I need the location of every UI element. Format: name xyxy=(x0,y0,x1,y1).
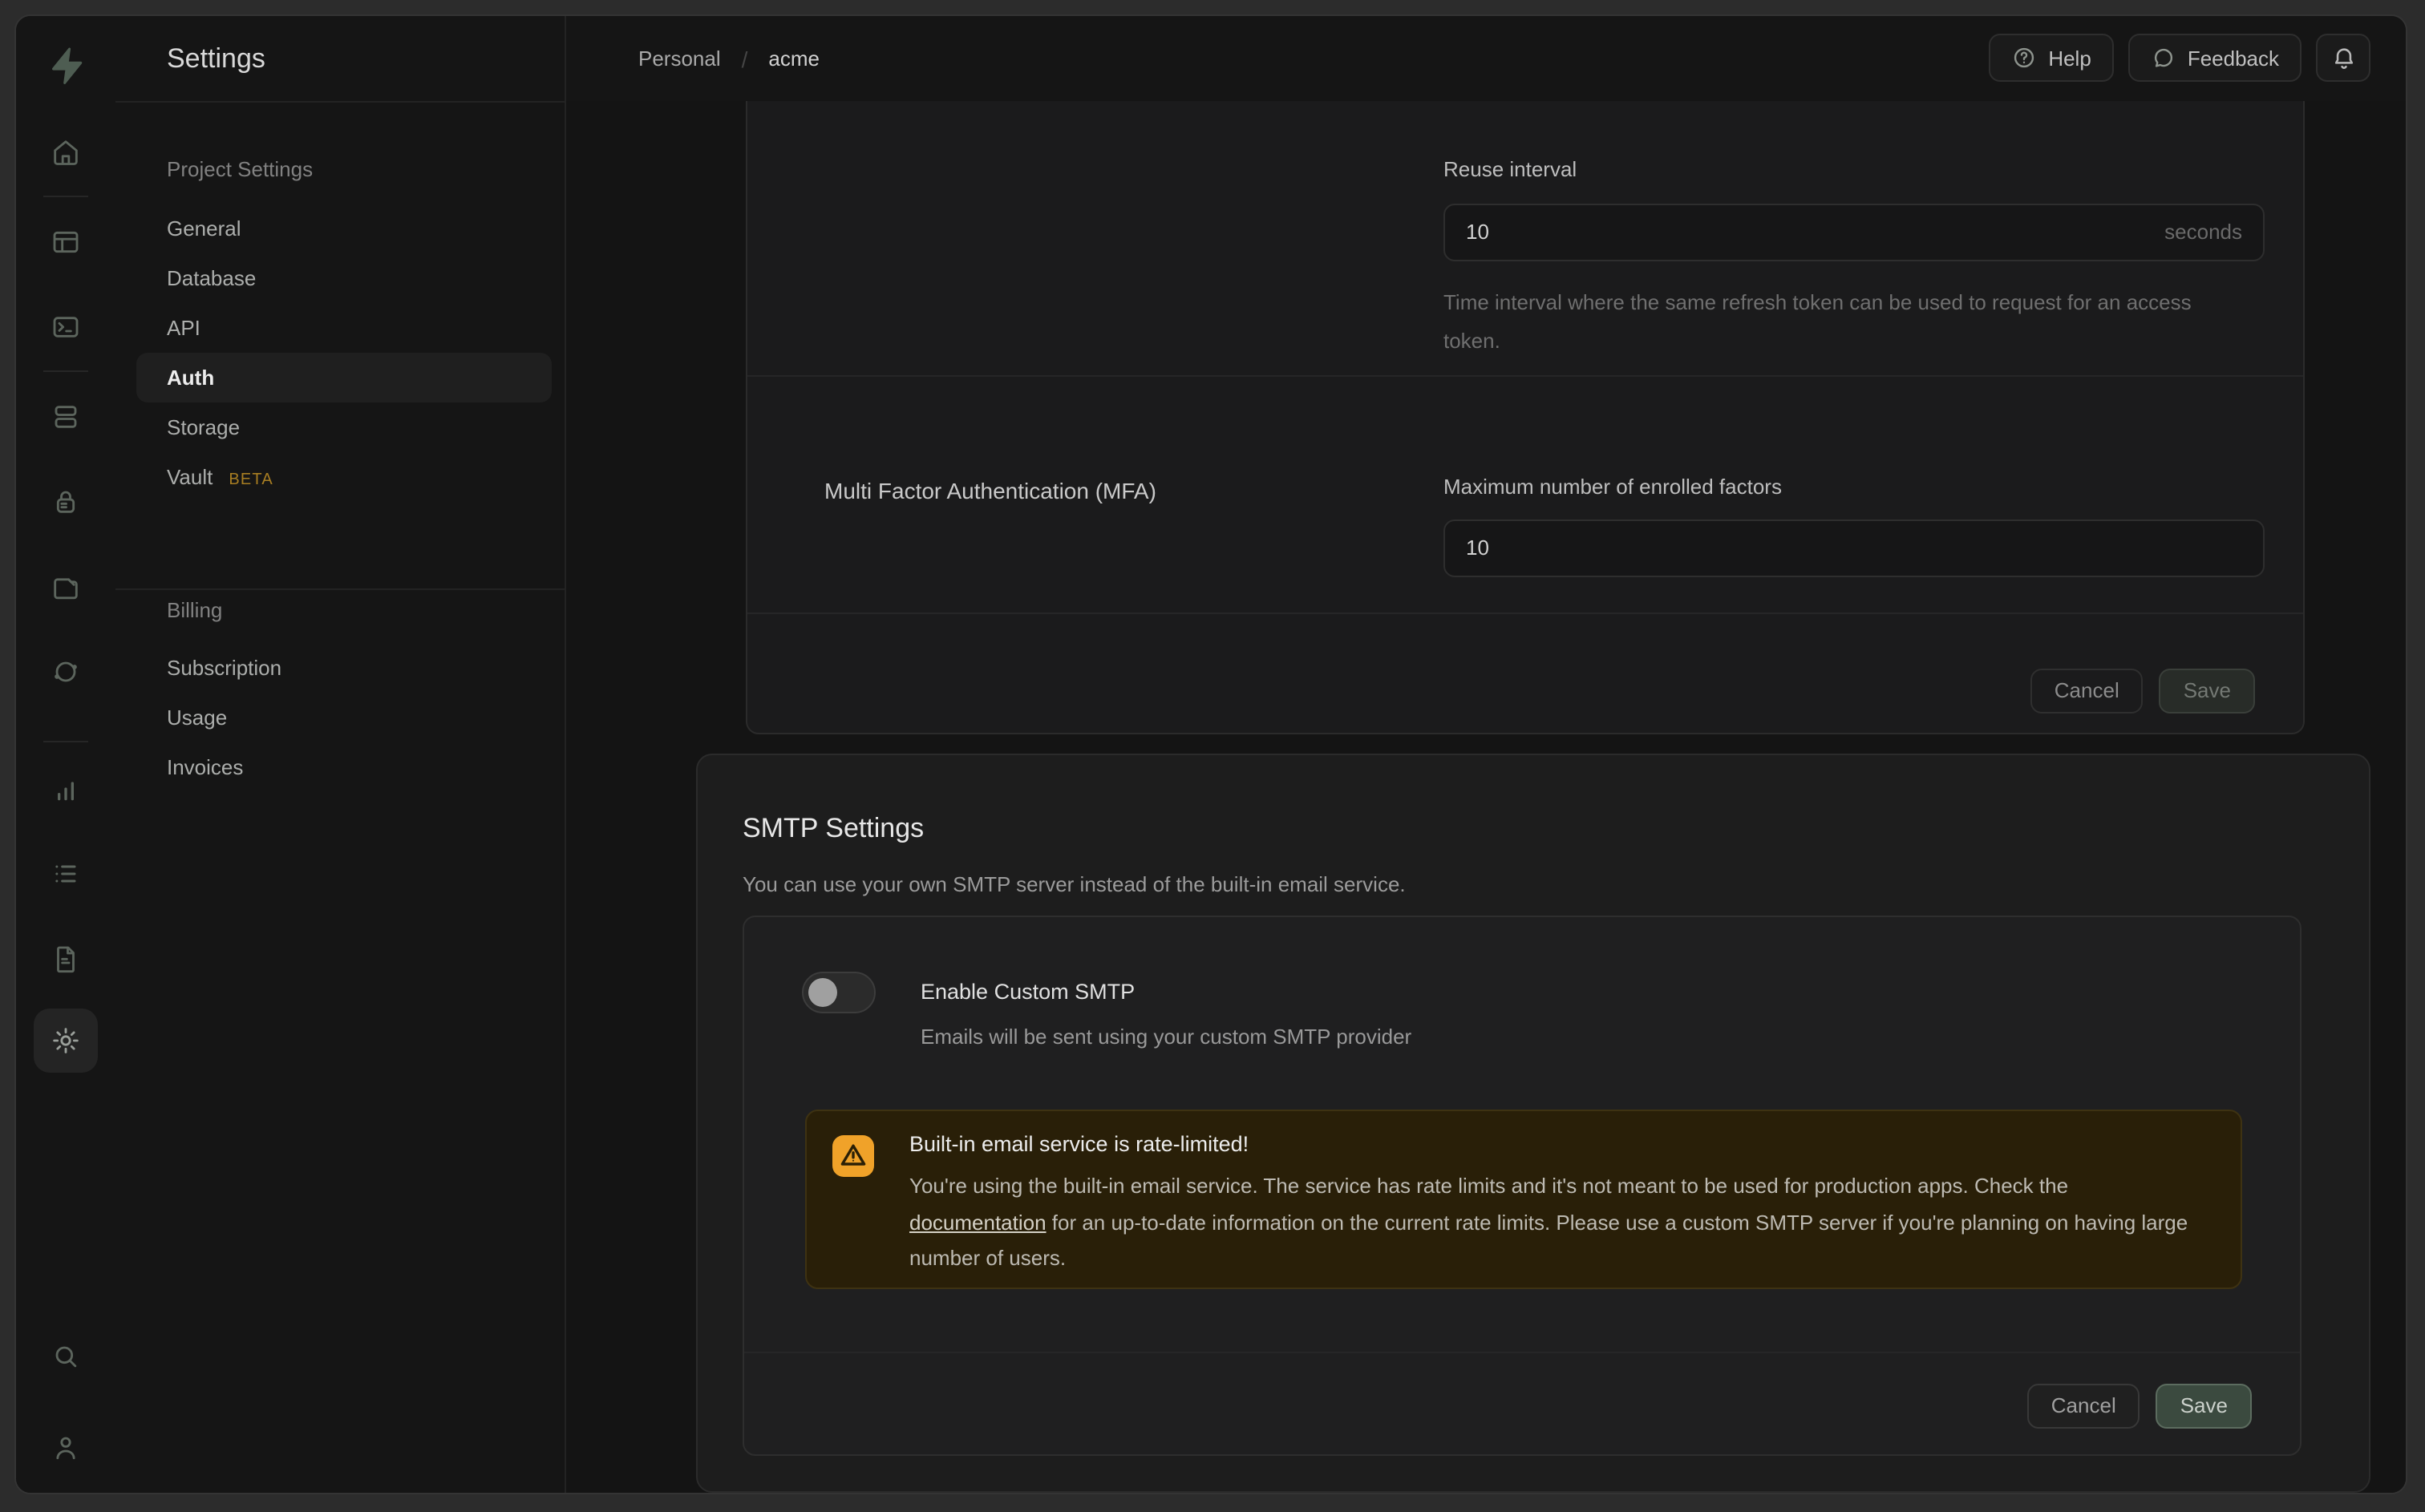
help-circle-icon xyxy=(2011,45,2037,71)
sidebar-item-subscription[interactable]: Subscription xyxy=(136,643,552,693)
sidebar-item-auth[interactable]: Auth xyxy=(136,353,552,402)
gear-icon xyxy=(50,1025,82,1057)
sidebar-item-api[interactable]: API xyxy=(136,303,552,353)
beta-badge: BETA xyxy=(229,471,273,489)
settings-rail-item[interactable] xyxy=(34,1009,98,1073)
smtp-title: SMTP Settings xyxy=(743,813,924,845)
smtp-card: Enable Custom SMTP Emails will be sent u… xyxy=(743,916,2302,1456)
breadcrumb-org[interactable]: Personal xyxy=(638,46,721,71)
breadcrumb-separator: / xyxy=(742,46,748,71)
smtp-subtitle: You can use your own SMTP server instead… xyxy=(743,872,1406,896)
smtp-save-button[interactable]: Save xyxy=(2156,1384,2252,1429)
sidebar-item-storage[interactable]: Storage xyxy=(136,402,552,452)
mfa-section-label: Multi Factor Authentication (MFA) xyxy=(824,478,1156,503)
reuse-interval-input[interactable]: 10 seconds xyxy=(1443,204,2265,261)
warning-body: You're using the built-in email service.… xyxy=(909,1169,2192,1277)
home-icon[interactable] xyxy=(50,136,82,168)
reuse-interval-value: 10 xyxy=(1466,220,1489,244)
page-title: Settings xyxy=(167,43,265,75)
warning-text-post: for an up-to-date information on the cur… xyxy=(909,1210,2188,1270)
auth-card-actions: Cancel Save xyxy=(2030,669,2255,714)
smtp-cancel-button[interactable]: Cancel xyxy=(2027,1384,2140,1429)
card-divider xyxy=(747,375,2303,377)
smtp-settings-panel: SMTP Settings You can use your own SMTP … xyxy=(696,754,2370,1493)
mfa-max-factors-value: 10 xyxy=(1466,536,1489,560)
nav-rail xyxy=(16,16,117,1493)
sidebar-item-general[interactable]: General xyxy=(136,204,552,253)
desktop-frame: Settings Project Settings General Databa… xyxy=(0,0,2425,1512)
rail-divider xyxy=(43,196,88,197)
toggle-knob xyxy=(808,978,837,1007)
search-icon[interactable] xyxy=(50,1340,82,1373)
table-editor-icon[interactable] xyxy=(50,226,82,258)
reports-icon[interactable] xyxy=(50,774,82,807)
auth-settings-card: Reuse interval 10 seconds Time interval … xyxy=(746,101,2305,734)
sql-editor-icon[interactable] xyxy=(50,311,82,343)
mfa-max-factors-input[interactable]: 10 xyxy=(1443,519,2265,577)
supabase-logo-icon[interactable] xyxy=(45,45,87,87)
reuse-interval-label: Reuse interval xyxy=(1443,157,1577,181)
section-label-billing: Billing xyxy=(167,598,222,622)
database-icon[interactable] xyxy=(50,401,82,433)
rail-divider xyxy=(43,370,88,372)
reuse-interval-help: Time interval where the same refresh tok… xyxy=(1443,284,2253,361)
sidebar-item-database[interactable]: Database xyxy=(136,253,552,303)
sidebar-divider xyxy=(115,588,565,590)
help-label: Help xyxy=(2048,46,2091,70)
auth-save-button[interactable]: Save xyxy=(2160,669,2255,714)
sidebar-item-invoices[interactable]: Invoices xyxy=(136,742,552,792)
edge-functions-icon[interactable] xyxy=(50,656,82,688)
top-bar: Personal / acme Help Feedback xyxy=(566,16,2406,103)
app-window: Settings Project Settings General Databa… xyxy=(14,14,2407,1494)
speech-bubble-icon xyxy=(2151,45,2176,71)
breadcrumb-project[interactable]: acme xyxy=(768,46,820,71)
settings-sidebar: Settings Project Settings General Databa… xyxy=(115,16,566,1493)
user-icon[interactable] xyxy=(50,1432,82,1464)
section-label-project-settings: Project Settings xyxy=(167,157,313,181)
warning-title: Built-in email service is rate-limited! xyxy=(909,1132,1249,1156)
documentation-link[interactable]: documentation xyxy=(909,1210,1047,1234)
smtp-card-actions: Cancel Save xyxy=(2027,1384,2252,1429)
rail-divider xyxy=(43,741,88,742)
main-content[interactable]: Reuse interval 10 seconds Time interval … xyxy=(566,101,2406,1493)
help-button[interactable]: Help xyxy=(1989,34,2114,82)
storage-icon[interactable] xyxy=(50,571,82,603)
mfa-max-factors-label: Maximum number of enrolled factors xyxy=(1443,475,1782,499)
auth-cancel-button[interactable]: Cancel xyxy=(2030,669,2144,714)
enable-custom-smtp-toggle[interactable] xyxy=(802,972,876,1013)
notifications-button[interactable] xyxy=(2316,34,2370,82)
enable-custom-smtp-description: Emails will be sent using your custom SM… xyxy=(921,1025,1411,1049)
sidebar-header: Settings xyxy=(115,16,565,103)
bell-icon xyxy=(2330,44,2357,71)
smtp-footer-divider xyxy=(744,1352,2300,1353)
top-actions: Help Feedback xyxy=(1989,34,2370,82)
footer-divider xyxy=(747,612,2303,614)
feedback-button[interactable]: Feedback xyxy=(2128,34,2302,82)
warning-text-pre: You're using the built-in email service.… xyxy=(909,1174,2068,1198)
sidebar-item-label: Vault xyxy=(167,465,213,489)
rate-limit-warning: Built-in email service is rate-limited! … xyxy=(805,1110,2242,1289)
api-docs-icon[interactable] xyxy=(50,943,82,975)
logs-icon[interactable] xyxy=(50,858,82,890)
auth-icon[interactable] xyxy=(50,486,82,518)
warning-triangle-icon xyxy=(832,1135,874,1177)
reuse-interval-suffix: seconds xyxy=(2164,205,2242,260)
breadcrumb: Personal / acme xyxy=(638,16,820,101)
feedback-label: Feedback xyxy=(2188,46,2279,70)
enable-custom-smtp-label: Enable Custom SMTP xyxy=(921,980,1135,1004)
sidebar-item-vault[interactable]: Vault BETA xyxy=(136,452,552,502)
sidebar-item-usage[interactable]: Usage xyxy=(136,693,552,742)
